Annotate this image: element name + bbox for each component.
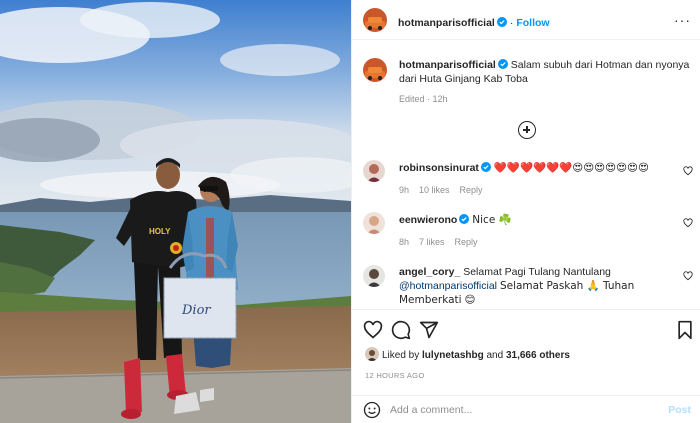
liker-avatar-image	[365, 347, 379, 361]
comment-text: ❤️❤️❤️❤️❤️❤️😍😍😍😍😍😍😍	[493, 162, 649, 174]
comment-avatar-image	[363, 160, 385, 182]
caption-avatar-image	[363, 58, 387, 82]
photo-shirt-text: HOLY	[149, 227, 171, 236]
emoji-icon[interactable]	[363, 401, 381, 419]
comment-meta: 8h 7 likes Reply	[399, 237, 488, 247]
reply-button[interactable]: Reply	[460, 185, 483, 195]
comment-heart-icon[interactable]	[683, 218, 693, 228]
photo-bag-text: Dior	[181, 303, 211, 318]
caption-text-block: hotmanparisofficial Salam subuh dari Hot…	[399, 58, 691, 86]
comment-avatar-image	[363, 212, 385, 234]
comment-username[interactable]: angel_cory_	[399, 266, 460, 278]
comment-meta: 9h 10 likes Reply	[399, 185, 493, 195]
comment-likes[interactable]: 7 likes	[419, 237, 445, 247]
caption-avatar[interactable]	[363, 58, 387, 82]
caption-username[interactable]: hotmanparisofficial	[399, 59, 496, 71]
verified-icon	[497, 59, 508, 69]
comment-username[interactable]: eenwierono	[399, 214, 457, 226]
comment-time: 9h	[399, 185, 410, 195]
bookmark-icon[interactable]	[675, 320, 695, 340]
comment-time: 8h	[399, 237, 410, 247]
share-icon[interactable]	[419, 320, 439, 340]
comment-text: Nice ☘️	[472, 214, 512, 226]
author-avatar-image	[363, 8, 387, 32]
comment-avatar[interactable]	[363, 160, 385, 182]
verified-icon	[459, 214, 470, 224]
likes-line: Liked by lulynetashbg and 31,666 others	[365, 347, 570, 361]
action-bar	[352, 309, 700, 349]
comment-body: eenwierono Nice ☘️	[399, 213, 679, 227]
comment-likes[interactable]: 10 likes	[419, 185, 450, 195]
follow-button[interactable]: Follow	[516, 17, 549, 29]
comment-body: angel_cory_ Selamat Pagi Tulang Nantulan…	[399, 265, 679, 307]
comment-heart-icon[interactable]	[683, 271, 693, 281]
liker-username[interactable]: lulynetashbg	[422, 350, 484, 361]
post-header: hotmanparisofficial · Follow ···	[352, 0, 700, 40]
likes-joiner: and	[486, 350, 504, 361]
caption-meta: Edited · 12h	[399, 94, 448, 104]
post-comment-button[interactable]: Post	[668, 404, 691, 416]
heart-icon[interactable]	[363, 320, 383, 340]
comment-text-3: 😊	[464, 294, 476, 306]
comment-input[interactable]	[390, 402, 650, 418]
photo-image: HOLY Dior	[0, 0, 351, 423]
post-photo[interactable]: HOLY Dior	[0, 0, 351, 423]
comment-text: Selamat Pagi Tulang Nantulang	[463, 266, 611, 278]
liker-avatar[interactable]	[365, 347, 379, 361]
post-sidebar: hotmanparisofficial · Follow ··· hotmanpar…	[351, 0, 700, 423]
comment-avatar[interactable]	[363, 265, 385, 287]
author-avatar[interactable]	[363, 8, 387, 32]
header-user-line: hotmanparisofficial · Follow	[398, 13, 550, 31]
reply-button[interactable]: Reply	[455, 237, 478, 247]
comment-body: robinsonsinurat ❤️❤️❤️❤️❤️❤️😍😍😍😍😍😍😍	[399, 161, 679, 175]
comment-avatar[interactable]	[363, 212, 385, 234]
more-icon[interactable]: ···	[674, 12, 691, 28]
post-time: 12 HOURS AGO	[365, 371, 425, 380]
likes-others[interactable]: 31,666 others	[506, 350, 570, 361]
verified-icon	[496, 17, 507, 27]
author-username[interactable]: hotmanparisofficial	[398, 17, 495, 29]
likes-prefix: Liked by	[382, 350, 420, 361]
add-comment-bar: Post	[352, 395, 700, 423]
comment-username[interactable]: robinsonsinurat	[399, 162, 479, 174]
comment-heart-icon[interactable]	[683, 166, 693, 176]
header-separator: ·	[509, 17, 514, 29]
comment-icon[interactable]	[391, 320, 411, 340]
comment-mention[interactable]: @hotmanparisofficial	[399, 280, 497, 292]
comment-avatar-image	[363, 265, 385, 287]
instagram-post-view: HOLY Dior hotmanparisofficial · Follow ·…	[0, 0, 700, 423]
verified-icon	[480, 162, 491, 172]
add-icon[interactable]	[518, 121, 536, 139]
